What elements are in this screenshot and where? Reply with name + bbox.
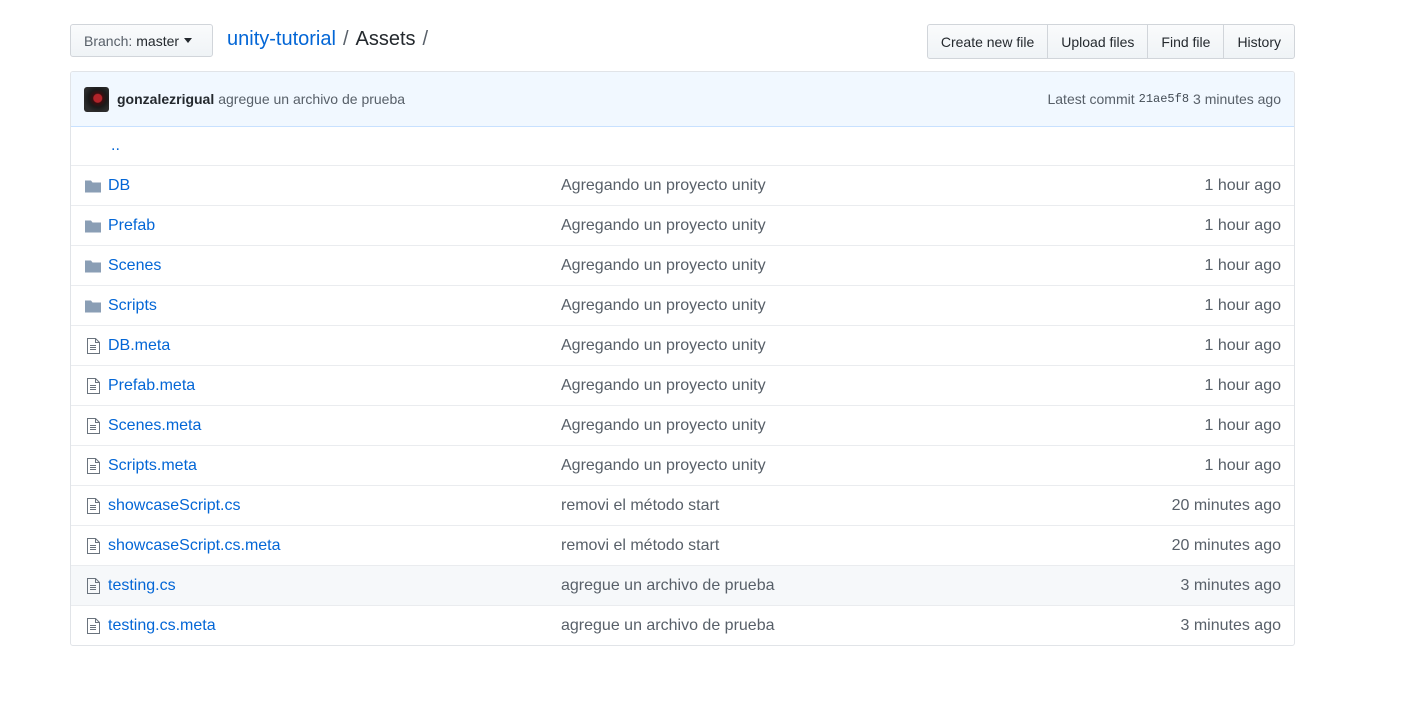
breadcrumb-current-dir: Assets <box>355 28 416 50</box>
file-name-link[interactable]: showcaseScript.cs <box>108 497 241 515</box>
file-age: 3 minutes ago <box>1180 576 1281 594</box>
file-list: gonzalezrigual agregue un archivo de pru… <box>70 71 1295 646</box>
breadcrumb-trailing-separator: / <box>422 28 429 50</box>
file-icon <box>84 577 102 594</box>
upload-files-button[interactable]: Upload files <box>1047 24 1149 59</box>
file-name-link[interactable]: Scripts.meta <box>108 457 197 475</box>
file-row: Scenes Agregando un proyecto unity 1 hour … <box>71 245 1294 285</box>
file-age: 20 minutes ago <box>1171 496 1281 514</box>
commit-message-link[interactable]: agregue un archivo de prueba <box>218 91 405 107</box>
file-name-link[interactable]: Prefab <box>108 217 155 235</box>
breadcrumb-repo-link[interactable]: unity-tutorial <box>227 28 336 51</box>
file-age: 3 minutes ago <box>1180 616 1281 634</box>
file-row: showcaseScript.cs.meta removi el método s… <box>71 525 1294 565</box>
file-icon <box>84 617 102 634</box>
parent-dir-row: .. <box>71 127 1294 165</box>
latest-commit-bar: gonzalezrigual agregue un archivo de pru… <box>71 72 1294 127</box>
create-new-file-button[interactable]: Create new file <box>926 24 1049 59</box>
file-age: 1 hour ago <box>1204 176 1281 194</box>
file-row: Prefab.meta Agregando un proyecto unity 1 … <box>71 365 1294 405</box>
commit-author-link[interactable]: gonzalezrigual <box>117 91 214 107</box>
file-icon <box>84 417 102 434</box>
file-row: Scenes.meta Agregando un proyecto unity 1 … <box>71 405 1294 445</box>
breadcrumb-separator: / <box>342 28 349 50</box>
file-age: 1 hour ago <box>1204 296 1281 314</box>
file-icon <box>84 537 102 554</box>
file-commit-message-link[interactable]: Agregando un proyecto unity <box>561 337 766 355</box>
branch-select-button[interactable]: Branch: master <box>70 24 213 57</box>
history-button[interactable]: History <box>1223 24 1295 59</box>
commit-age: 3 minutes ago <box>1193 91 1281 107</box>
commit-sha-link[interactable]: 21ae5f8 <box>1139 92 1189 106</box>
file-commit-message-link[interactable]: Agregando un proyecto unity <box>561 177 766 195</box>
file-name-link[interactable]: showcaseScript.cs.meta <box>108 537 281 555</box>
repo-toolbar: Branch: master unity-tutorial / Assets /… <box>70 24 1295 59</box>
file-name-link[interactable]: testing.cs <box>108 577 176 595</box>
file-row: Scripts.meta Agregando un proyecto unity 1… <box>71 445 1294 485</box>
file-commit-message-link[interactable]: Agregando un proyecto unity <box>561 377 766 395</box>
file-row: DB.meta Agregando un proyecto unity 1 hour… <box>71 325 1294 365</box>
file-name-link[interactable]: Prefab.meta <box>108 377 195 395</box>
file-age: 1 hour ago <box>1204 336 1281 354</box>
file-icon <box>84 377 102 394</box>
find-file-button[interactable]: Find file <box>1147 24 1225 59</box>
folder-icon <box>84 298 102 314</box>
file-name-link[interactable]: Scenes <box>108 257 161 275</box>
file-commit-message-link[interactable]: agregue un archivo de prueba <box>561 577 775 595</box>
caret-down-icon <box>184 38 193 43</box>
file-commit-message-link[interactable]: Agregando un proyecto unity <box>561 457 766 475</box>
file-commit-message-link[interactable]: Agregando un proyecto unity <box>561 297 766 315</box>
file-commit-message-link[interactable]: Agregando un proyecto unity <box>561 417 766 435</box>
avatar[interactable] <box>84 86 109 112</box>
branch-name: master <box>136 32 180 49</box>
file-name-link[interactable]: testing.cs.meta <box>108 617 216 635</box>
file-row: DB Agregando un proyecto unity 1 hour ago <box>71 165 1294 205</box>
file-age: 1 hour ago <box>1204 376 1281 394</box>
file-row: showcaseScript.cs removi el método start 2… <box>71 485 1294 525</box>
file-age: 1 hour ago <box>1204 216 1281 234</box>
parent-dir-link[interactable]: .. <box>111 137 120 155</box>
file-actions-group: Create new file Upload files Find file H… <box>926 24 1295 59</box>
file-icon <box>84 337 102 354</box>
file-row: Prefab Agregando un proyecto unity 1 hour … <box>71 205 1294 245</box>
file-rows: .. DB Agregando un proyecto unity 1 hour a… <box>71 127 1294 645</box>
file-icon <box>84 457 102 474</box>
file-name-link[interactable]: DB.meta <box>108 337 170 355</box>
branch-prefix: Branch: <box>84 32 133 49</box>
file-age: 1 hour ago <box>1204 456 1281 474</box>
file-commit-message-link[interactable]: removi el método start <box>561 537 719 555</box>
file-row: Scripts Agregando un proyecto unity 1 hour… <box>71 285 1294 325</box>
file-name-link[interactable]: Scenes.meta <box>108 417 201 435</box>
file-name-link[interactable]: Scripts <box>108 297 157 315</box>
file-commit-message-link[interactable]: Agregando un proyecto unity <box>561 257 766 275</box>
folder-icon <box>84 258 102 274</box>
file-age: 1 hour ago <box>1204 256 1281 274</box>
folder-icon <box>84 178 102 194</box>
latest-commit-info: Latest commit 21ae5f8 3 minutes ago <box>1047 91 1281 107</box>
file-commit-message-link[interactable]: removi el método start <box>561 497 719 515</box>
breadcrumb: unity-tutorial / Assets / <box>227 28 435 51</box>
file-age: 1 hour ago <box>1204 416 1281 434</box>
file-row: testing.cs.meta agregue un archivo de pru… <box>71 605 1294 645</box>
folder-icon <box>84 218 102 234</box>
file-commit-message-link[interactable]: agregue un archivo de prueba <box>561 617 775 635</box>
file-row: testing.cs agregue un archivo de prueba 3 … <box>71 565 1294 605</box>
file-name-link[interactable]: DB <box>108 177 130 195</box>
file-commit-message-link[interactable]: Agregando un proyecto unity <box>561 217 766 235</box>
latest-commit-label: Latest commit <box>1047 91 1135 107</box>
file-age: 20 minutes ago <box>1171 536 1281 554</box>
file-icon <box>84 497 102 514</box>
